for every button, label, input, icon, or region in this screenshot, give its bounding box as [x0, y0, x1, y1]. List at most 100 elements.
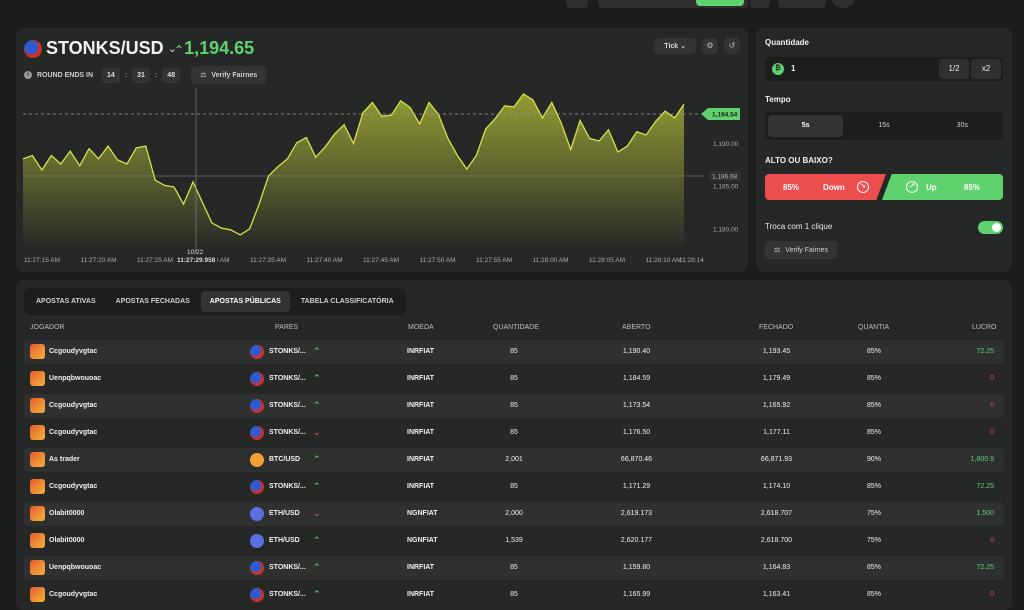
table-header: JOGADOR PARES MOEDA QUANTIDADE ABERTO FE… — [24, 324, 1004, 338]
pair-icon — [250, 534, 264, 548]
open-price: 2,620.177 — [620, 537, 653, 544]
table-row[interactable]: Ccgoudyvgtac STONKS/... ⌃ INRFIAT 85 1,190.40… — [24, 340, 1004, 364]
open-price: 1,173.54 — [622, 402, 651, 409]
x-tick-label: 11:27:20 AM — [81, 257, 117, 264]
pair-name: STONKS/... — [269, 564, 306, 571]
payout-pct: 85% — [866, 564, 881, 571]
column-pairs: PARES — [275, 324, 299, 331]
player-name: Olabit0000 — [49, 510, 85, 517]
time-option-30s[interactable]: 30s — [925, 115, 1000, 137]
table-row[interactable]: Ccgoudyvgtac STONKS/... ⌄ INRFIAT 85 1,176.50… — [24, 421, 1004, 445]
price-chart[interactable]: 1,190.00 1,185.00 1,180.00 1,194.54 1,186.68… — [16, 28, 748, 272]
table-row[interactable]: Uenpqbwouoac STONKS/... ⌃ INRFIAT 85 1,184.59… — [24, 367, 1004, 391]
half-button[interactable]: 1/2 — [939, 59, 969, 79]
avatar — [30, 587, 45, 602]
up-label: Up — [926, 182, 937, 192]
avatar — [30, 344, 45, 359]
countdown-hours: 14 — [102, 67, 120, 83]
quantity: 85 — [510, 375, 518, 382]
close-price: 1,165.92 — [762, 402, 791, 409]
one-click-label: Troca com 1 clique — [765, 222, 833, 231]
pair-icon — [250, 561, 264, 575]
pair-name: ETH/USD — [269, 537, 300, 544]
countdown-separator: : — [154, 71, 158, 79]
close-price: 1,174.10 — [762, 483, 791, 490]
player-name: Uenpqbwouoac — [49, 375, 102, 382]
close-price: 2,618.700 — [760, 537, 793, 544]
pair-name: STONKS/... — [269, 591, 306, 598]
chart-tools: Tick ⌄ ⚙ ↺ — [654, 38, 740, 54]
chart-type-dropdown[interactable]: Tick ⌄ — [654, 38, 696, 54]
pair-selector[interactable]: STONKS/USD ⌄ — [24, 38, 177, 59]
table-row[interactable]: Olabit0000 ETH/USD ⌃ NGNFIAT 1,539 2,620.177 2… — [24, 529, 1004, 553]
arrow-up-icon: ⌃ — [313, 535, 321, 545]
bets-panel: APOSTAS ATIVAS APOSTAS FECHADAS APOSTAS … — [16, 280, 1012, 610]
x-tick-label: 11:27:55 AM — [476, 257, 512, 264]
up-button[interactable]: ↗ Up 85% — [882, 174, 1003, 200]
column-player: JOGADOR — [30, 324, 65, 331]
table-row[interactable]: Ccgoudyvgtac STONKS/... ⌃ INRFIAT 85 1,173.54… — [24, 394, 1004, 418]
quantity: 2,001 — [505, 456, 523, 463]
time-option-5s[interactable]: 5s — [768, 115, 844, 137]
currency: INRFIAT — [407, 591, 435, 598]
search-icon[interactable] — [566, 0, 588, 8]
deposit-button[interactable] — [696, 0, 744, 6]
chart-panel: 1,190.00 1,185.00 1,180.00 1,194.54 1,186.68… — [16, 28, 748, 272]
open-price: 1,165.99 — [622, 591, 651, 598]
notification-icon[interactable] — [778, 0, 826, 8]
player-name: Ccgoudyvgtac — [49, 591, 98, 598]
tab-public-bets[interactable]: APOSTAS PÚBLICAS — [200, 291, 290, 312]
time-selector: 5s 15s 30s — [765, 112, 1003, 140]
currency: NGNFIAT — [407, 537, 438, 544]
x-tick-label: 11:27:45 AM — [363, 257, 399, 264]
table-row[interactable]: Uenpqbwouoac STONKS/... ⌃ INRFIAT 85 1,159.80… — [24, 556, 1004, 580]
quantity: 1,539 — [505, 537, 523, 544]
y-tick-label: 1,190.00 — [713, 141, 739, 148]
quantity-label: Quantidade — [765, 38, 810, 47]
pair-icon — [250, 507, 264, 521]
scale-icon: ⚖ — [774, 247, 781, 254]
payout-pct: 75% — [866, 537, 881, 544]
quantity-value[interactable]: 1 — [791, 64, 795, 73]
x-tick-label: 11:27:35 AM — [250, 257, 286, 264]
down-payout: 85% — [783, 182, 800, 192]
verify-fairness-button[interactable]: ⚖ Verify Fairnes — [191, 66, 267, 84]
grid-icon[interactable] — [750, 0, 770, 8]
tab-active-bets[interactable]: APOSTAS ATIVAS — [27, 291, 105, 312]
player-name: Ccgoudyvgtac — [49, 348, 98, 355]
round-label: ROUND ENDS IN — [37, 71, 94, 79]
history-icon[interactable]: ↺ — [724, 38, 740, 54]
avatar — [30, 560, 45, 575]
countdown-minutes: 31 — [132, 67, 150, 83]
pair-name: STONKS/... — [269, 402, 306, 409]
countdown-separator: : — [124, 71, 128, 79]
table-row[interactable]: Ccgoudyvgtac STONKS/... ⌃ INRFIAT 85 1,165.99… — [24, 583, 1004, 607]
avatar — [30, 506, 45, 521]
open-price: 1,159.80 — [622, 564, 651, 571]
table-row[interactable]: Ccgoudyvgtac STONKS/... ⌃ INRFIAT 85 1,171.29… — [24, 475, 1004, 499]
payout-pct: 85% — [866, 402, 881, 409]
settings-icon[interactable]: ⚙ — [702, 38, 718, 54]
down-label: Down — [823, 182, 845, 192]
table-row[interactable]: As trader BTC/USD ⌃ INRFIAT 2,001 66,870.46 66… — [24, 448, 1004, 472]
x-tick-label: 11:28:10 AM — [646, 257, 682, 264]
payout-pct: 85% — [866, 483, 881, 490]
tab-leaderboard[interactable]: TABELA CLASSIFICATÓRIA — [292, 291, 403, 312]
pair-name: ETH/USD — [269, 510, 300, 517]
arrow-down-icon: ⌄ — [313, 427, 321, 437]
close-price: 1,179.49 — [762, 375, 791, 382]
open-price: 1,176.50 — [622, 429, 651, 436]
tab-closed-bets[interactable]: APOSTAS FECHADAS — [107, 291, 199, 312]
down-button[interactable]: 85% Down ↘ — [765, 174, 886, 200]
quantity-input[interactable]: ₿ 1 1/2 x2 — [765, 57, 1003, 81]
avatar[interactable] — [832, 0, 854, 8]
crosshair-time-label: 11:27:29.958 — [177, 257, 216, 264]
side-verify-fairness-button[interactable]: ⚖ Verify Fairnes — [765, 241, 838, 259]
table-row[interactable]: Olabit0000 ETH/USD ⌄ NGNFIAT 2,000 2,619.173 2… — [24, 502, 1004, 526]
time-option-15s[interactable]: 15s — [846, 115, 921, 137]
one-click-toggle[interactable] — [978, 221, 1003, 234]
crosshair-date-label: 10/22 — [187, 249, 204, 256]
profit: 0 — [990, 591, 994, 598]
double-button[interactable]: x2 — [971, 59, 1001, 79]
x-tick-label: 11:28:00 AM — [533, 257, 569, 264]
